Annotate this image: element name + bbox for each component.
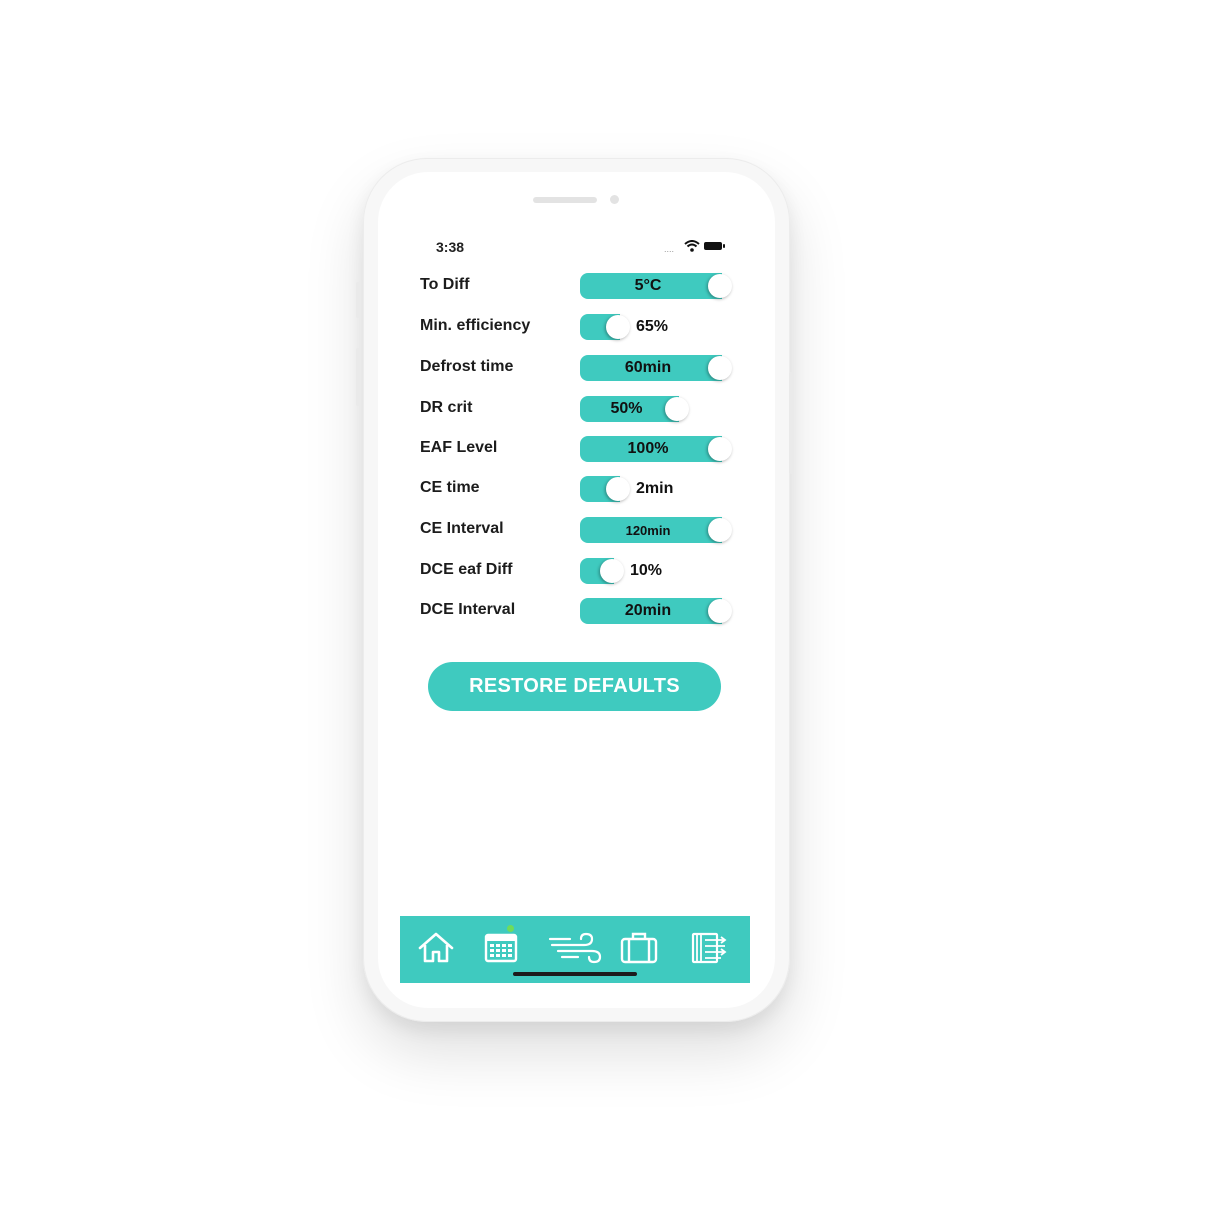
home-indicator — [513, 972, 637, 976]
tab-away[interactable] — [617, 928, 661, 968]
setting-label: DCE Interval — [420, 601, 516, 618]
suitcase-icon — [620, 932, 658, 964]
setting-label: DCE eaf Diff — [420, 561, 513, 578]
slider-value: 10% — [630, 562, 663, 579]
wifi-icon — [684, 240, 700, 252]
setting-slider[interactable]: 100% — [580, 436, 760, 462]
slider-value: 120min — [625, 523, 671, 538]
setting-row: CE time 2min — [418, 473, 738, 503]
signal-icon: .... — [664, 244, 675, 254]
slider-value: 100% — [627, 440, 669, 457]
calendar-icon — [484, 933, 518, 963]
setting-slider[interactable]: 10% — [580, 558, 760, 584]
volume-up-button — [356, 282, 360, 318]
setting-row: CE Interval 120min — [418, 514, 738, 544]
setting-row: Min. efficiency 65% — [418, 311, 738, 341]
setting-label: EAF Level — [420, 439, 498, 456]
restore-defaults-button[interactable]: RESTORE DEFAULTS — [428, 662, 721, 711]
speaker-grille — [533, 197, 597, 203]
tab-bar — [400, 916, 750, 983]
slider-knob[interactable] — [606, 315, 630, 339]
setting-label: CE Interval — [420, 520, 504, 537]
setting-slider[interactable]: 2min — [580, 476, 760, 502]
setting-slider[interactable]: 65% — [580, 314, 760, 340]
setting-label: Defrost time — [420, 358, 514, 375]
tab-calendar[interactable] — [479, 925, 523, 968]
setting-row: DCE Interval 20min — [418, 595, 738, 625]
tab-ventilation[interactable] — [548, 928, 604, 968]
front-camera — [610, 195, 619, 204]
wind-icon — [548, 932, 602, 964]
setting-slider[interactable]: 20min — [580, 598, 760, 624]
notification-badge — [507, 925, 514, 932]
setting-slider[interactable]: 120min — [580, 517, 760, 543]
slider-value: 20min — [624, 602, 672, 619]
home-icon — [418, 932, 454, 963]
battery-icon — [704, 242, 725, 250]
status-icons: .... — [664, 240, 726, 254]
setting-label: CE time — [420, 479, 480, 496]
setting-row: DCE eaf Diff 10% — [418, 555, 738, 585]
tab-home[interactable] — [414, 928, 458, 968]
status-time: 3:38 — [436, 239, 465, 255]
setting-row: To Diff 5°C — [418, 270, 738, 300]
slider-knob[interactable] — [606, 477, 630, 501]
setting-label: Min. efficiency — [420, 317, 531, 334]
volume-down-button — [356, 348, 360, 406]
setting-slider[interactable]: 5°C — [580, 273, 760, 299]
slider-value: 50% — [610, 400, 643, 417]
slider-value: 65% — [636, 318, 669, 335]
setting-slider[interactable]: 50% — [580, 396, 760, 422]
power-button — [789, 372, 794, 474]
slider-knob[interactable] — [600, 559, 624, 583]
setting-row: Defrost time 60min — [418, 352, 738, 382]
setting-slider[interactable]: 60min — [580, 355, 760, 381]
setting-row: EAF Level 100% — [418, 433, 738, 463]
phone-screen: 3:38 .... To Diff 5°C Min. efficiency 65… — [378, 172, 775, 1008]
setting-label: DR crit — [420, 399, 473, 416]
setting-row: DR crit 50% — [418, 393, 738, 423]
slider-value: 5°C — [634, 277, 662, 294]
slider-value: 60min — [624, 359, 672, 376]
filter-icon — [691, 932, 727, 964]
setting-label: To Diff — [420, 276, 470, 293]
slider-value: 2min — [636, 480, 674, 497]
tab-filter[interactable] — [687, 928, 731, 968]
